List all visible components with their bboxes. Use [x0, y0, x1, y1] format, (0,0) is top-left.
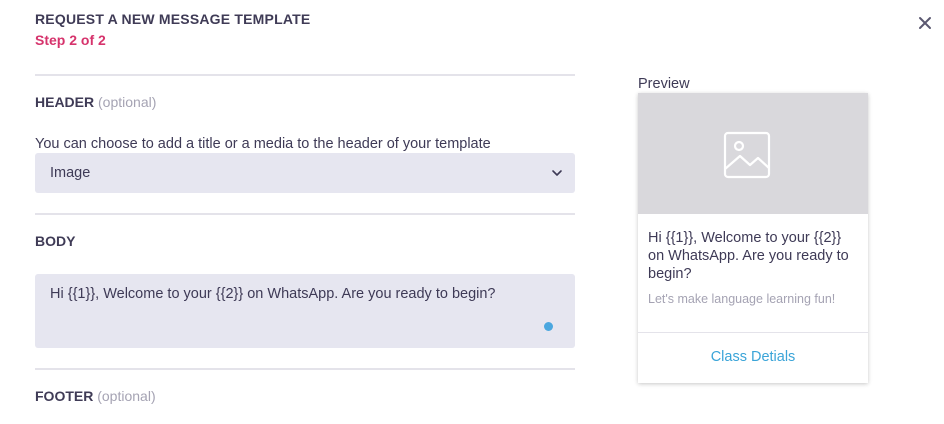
header-type-select[interactable]: Image [35, 153, 575, 193]
close-icon[interactable] [916, 14, 934, 32]
step-indicator: Step 2 of 2 [35, 32, 106, 48]
header-label: HEADER [35, 94, 95, 110]
header-section-label: HEADER (optional) [35, 94, 156, 110]
preview-cta-button[interactable]: Class Detials [638, 333, 868, 383]
modal-title: REQUEST A NEW MESSAGE TEMPLATE [35, 11, 311, 27]
preview-footer-text: Let's make language learning fun! [648, 292, 836, 306]
chevron-down-icon [552, 170, 562, 176]
footer-label: FOOTER [35, 388, 94, 404]
status-dot [544, 322, 553, 331]
header-optional-label: (optional) [98, 94, 157, 110]
footer-optional-label: (optional) [97, 388, 156, 404]
header-type-value: Image [50, 165, 91, 181]
section-divider [35, 213, 575, 215]
footer-section-label: FOOTER (optional) [35, 388, 156, 404]
preview-label: Preview [638, 76, 690, 92]
section-divider [35, 74, 575, 76]
body-textarea[interactable]: Hi {{1}}, Welcome to your {{2}} on Whats… [35, 274, 575, 348]
image-placeholder-icon [723, 131, 771, 179]
header-help-text: You can choose to add a title or a media… [35, 136, 491, 152]
preview-card: Hi {{1}}, Welcome to your {{2}} on Whats… [638, 93, 868, 383]
section-divider [35, 368, 575, 370]
body-section-label: BODY [35, 233, 76, 249]
preview-body-text: Hi {{1}}, Welcome to your {{2}} on Whats… [648, 230, 849, 282]
preview-media [638, 93, 868, 214]
